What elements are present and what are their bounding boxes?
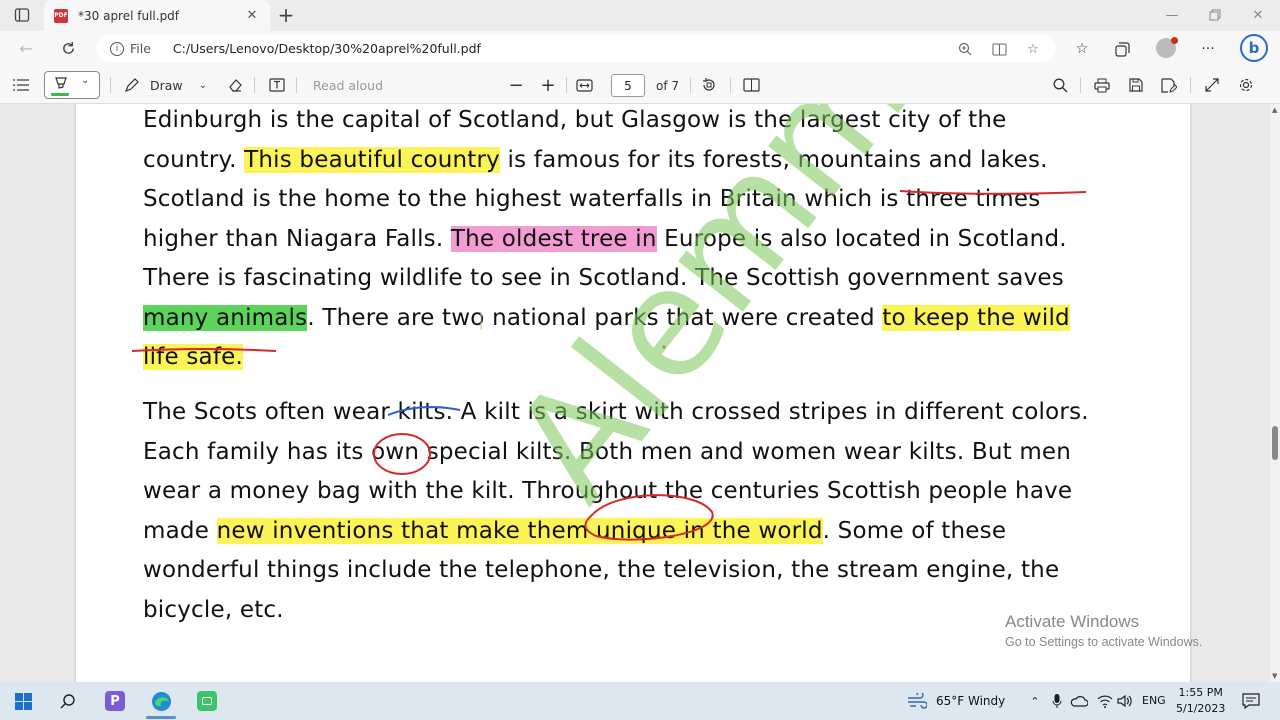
- blue-underline-kilts: [387, 406, 461, 416]
- ink-annotations: [131, 190, 1087, 541]
- page-count-label: of 7: [656, 79, 680, 93]
- wifi-icon[interactable]: [1094, 690, 1116, 712]
- pen-icon: [124, 78, 139, 93]
- highlight-color-swatch: [51, 93, 69, 96]
- tab-pdf[interactable]: PDF *30 aprel full.pdf ✕: [44, 0, 270, 31]
- page-view-icon[interactable]: [741, 75, 761, 95]
- divider: [566, 77, 567, 93]
- camera-app-icon[interactable]: [196, 690, 218, 712]
- profile-avatar[interactable]: [1156, 37, 1178, 58]
- settings-gear-icon[interactable]: [1236, 75, 1256, 95]
- weather-icon[interactable]: [906, 690, 928, 712]
- read-aloud-label: Read aloud: [313, 77, 384, 93]
- new-tab-button[interactable]: +: [276, 3, 296, 27]
- url-text[interactable]: C:/Users/Lenovo/Desktop/30%20aprel%20ful…: [173, 41, 481, 56]
- scroll-down-icon[interactable]: ▼: [1272, 672, 1277, 680]
- divider: [110, 77, 111, 93]
- chevron-down-icon[interactable]: ⌄: [81, 75, 89, 86]
- scroll-thumb[interactable]: [1272, 426, 1278, 460]
- divider: [254, 77, 255, 93]
- divider: [1080, 77, 1081, 93]
- taskbar: P 65°F Windy ⌃ ENG 1:55 PM 5/1/2023: [0, 682, 1280, 720]
- read-aloud-button[interactable]: Read aloud: [313, 75, 383, 95]
- collections-icon[interactable]: [1112, 39, 1132, 59]
- save-icon[interactable]: [1126, 75, 1146, 95]
- fit-to-page-icon[interactable]: [574, 75, 594, 95]
- maximize-icon[interactable]: [1203, 5, 1227, 25]
- text-box-icon[interactable]: [268, 75, 286, 95]
- back-icon[interactable]: ←: [14, 37, 38, 59]
- divider: [296, 77, 297, 93]
- zoom-in-icon[interactable]: +: [540, 75, 556, 96]
- favorites-icon[interactable]: ☆: [1072, 39, 1092, 59]
- search-icon[interactable]: [57, 690, 79, 712]
- reading-view-icon[interactable]: [990, 40, 1008, 58]
- windows-start-icon[interactable]: [12, 690, 34, 712]
- weather-text[interactable]: 65°F Windy: [936, 694, 1005, 708]
- app-window: PDF *30 aprel full.pdf ✕ + — ✕ ← i File …: [0, 0, 1280, 720]
- bing-icon[interactable]: b: [1240, 34, 1268, 62]
- draw-label: Draw: [150, 77, 183, 93]
- red-circle-unique: [584, 494, 714, 541]
- clock-date: 5/1/2023: [1176, 702, 1226, 715]
- divider: [730, 77, 731, 93]
- clock[interactable]: 1:55 PM 5/1/2023: [1176, 685, 1225, 717]
- divider: [690, 77, 691, 93]
- pdf-icon: PDF: [54, 8, 68, 23]
- chevron-down-icon[interactable]: ⌄: [199, 80, 207, 91]
- activate-title: Activate Windows: [1005, 612, 1140, 631]
- print-icon[interactable]: [1092, 75, 1112, 95]
- clock-time: 1:55 PM: [1178, 686, 1223, 699]
- search-icon[interactable]: [1050, 75, 1070, 95]
- volume-icon[interactable]: [1114, 690, 1136, 712]
- red-underline-life-safe: [131, 348, 277, 352]
- tab-strip: PDF *30 aprel full.pdf ✕ + — ✕: [0, 0, 1280, 31]
- rotate-icon[interactable]: [699, 75, 719, 95]
- onedrive-icon[interactable]: [1068, 690, 1090, 712]
- active-app-indicator: [146, 716, 176, 719]
- refresh-icon[interactable]: [56, 37, 80, 59]
- zoom-icon[interactable]: [956, 40, 974, 58]
- notifications-icon[interactable]: [1240, 690, 1262, 712]
- contents-icon[interactable]: [12, 75, 30, 95]
- more-options-icon[interactable]: ···: [1198, 39, 1218, 59]
- fullscreen-icon[interactable]: [1202, 75, 1222, 95]
- save-as-icon[interactable]: [1159, 75, 1179, 95]
- vertical-scrollbar[interactable]: ▲ ▼: [1270, 104, 1280, 682]
- highlight-button[interactable]: ⌄: [44, 71, 100, 99]
- navigation-bar: ← i File C:/Users/Lenovo/Desktop/30%20ap…: [0, 31, 1280, 66]
- tab-title: *30 aprel full.pdf: [78, 8, 180, 23]
- page-number-input[interactable]: 5: [611, 74, 645, 97]
- minimize-icon[interactable]: —: [1160, 5, 1184, 25]
- activate-windows-notice: Activate Windows Go to Settings to activ…: [1005, 612, 1202, 649]
- powerpoint-app-icon[interactable]: P: [104, 690, 126, 712]
- divider: [1190, 77, 1191, 93]
- draw-button[interactable]: Draw ⌄: [124, 75, 207, 95]
- pdf-page: Edinburgh is the capital of Scotland, bu…: [76, 104, 1190, 682]
- ink-dot: [662, 345, 666, 349]
- zoom-out-icon[interactable]: −: [508, 75, 524, 96]
- activate-subtitle: Go to Settings to activate Windows.: [1005, 635, 1203, 649]
- tab-actions-icon[interactable]: [14, 7, 30, 23]
- add-favorite-icon[interactable]: ☆: [1024, 40, 1042, 58]
- close-tab-icon[interactable]: ✕: [244, 8, 260, 24]
- scroll-up-icon[interactable]: ▲: [1272, 106, 1277, 114]
- red-circle-own: [373, 433, 431, 475]
- language-indicator[interactable]: ENG: [1142, 694, 1166, 707]
- info-icon[interactable]: i: [110, 41, 124, 56]
- chevron-up-icon[interactable]: ⌃: [1024, 690, 1046, 712]
- close-window-icon[interactable]: ✕: [1246, 5, 1270, 25]
- microphone-icon[interactable]: [1046, 690, 1068, 712]
- address-bar[interactable]: i File C:/Users/Lenovo/Desktop/30%20apre…: [96, 35, 1056, 62]
- edge-browser-icon[interactable]: [150, 690, 172, 712]
- red-underline-three-times: [899, 190, 1087, 195]
- file-label: File: [130, 41, 151, 56]
- eraser-icon[interactable]: [226, 75, 244, 95]
- pdf-viewer[interactable]: Edinburgh is the capital of Scotland, bu…: [0, 104, 1270, 682]
